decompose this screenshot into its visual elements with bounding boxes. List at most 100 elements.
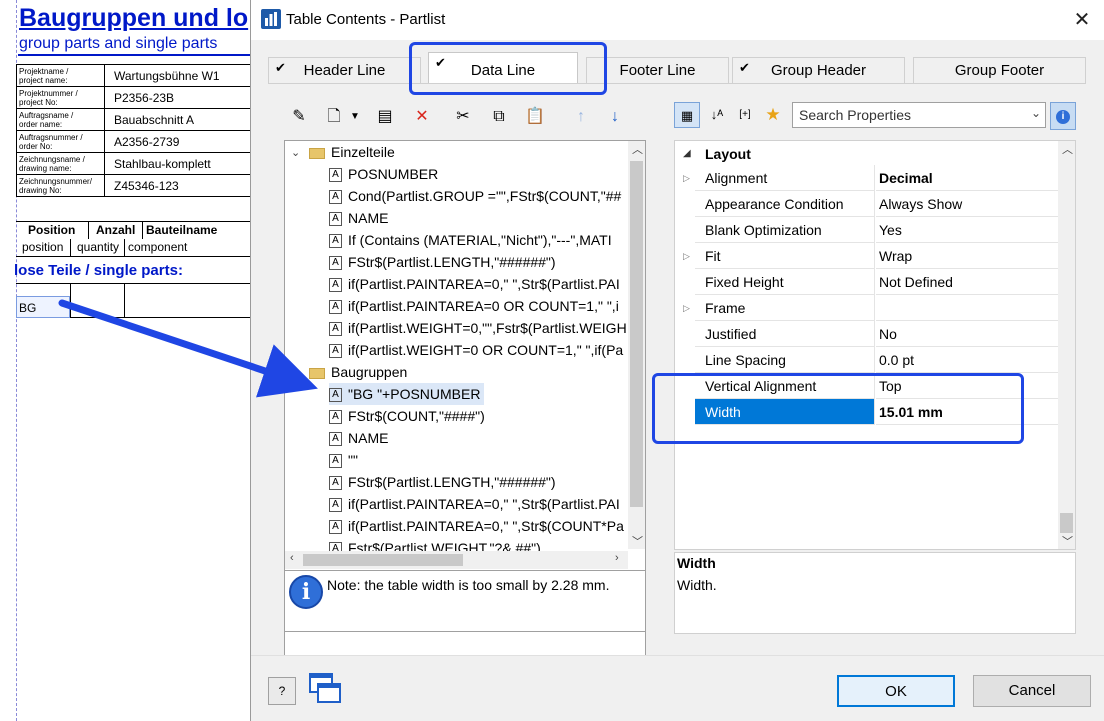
tree-item[interactable]: Aif(Partlist.PAINTAREA=0," ",Str$(Partli… [329,493,620,515]
collapse-icon[interactable]: ◢ [683,141,691,167]
info-icon: i [289,575,323,609]
tree-item[interactable]: A Cond(Partlist.GROUP ="",FStr$(COUNT,"## [329,185,621,207]
text-field-icon: A [329,234,342,249]
description-text: Width. [677,577,717,593]
search-properties-input[interactable]: Search Properties ⌄ [792,102,1046,128]
col-divider [70,283,71,317]
col-divider [124,239,125,256]
dialog-title: Table Contents - Partlist [286,11,446,28]
section-line [16,283,256,284]
help-button[interactable]: ? [268,677,296,705]
tree-group-baugruppen[interactable]: Baugruppen [309,361,407,383]
tree-item[interactable]: A FStr$(Partlist.LENGTH,"######") [329,471,556,493]
tab-header-line[interactable]: ✔ Header Line [268,57,421,83]
cut-icon[interactable]: ✂ [452,106,474,128]
properties-pane: ▦ ↓ᴬ [+] ★ Search Properties ⌄ i ◢ Layou… [674,100,1076,634]
expand-all-icon[interactable]: [+] [732,102,758,128]
scroll-up-icon[interactable]: ︿ [632,141,643,157]
property-row-fit[interactable]: ▷ Fit Wrap [675,243,1059,269]
tree-item[interactable]: A If (Contains (MATERIAL,"Nicht"),"---",M… [329,229,612,251]
paste-icon[interactable]: 📋 [524,106,546,128]
property-row-line-spacing[interactable]: Line Spacing 0.0 pt [675,347,1059,373]
move-up-icon[interactable]: ↑ [570,106,592,128]
tab-footer-line[interactable]: Footer Line [586,57,729,83]
tree-item[interactable]: Aif(Partlist.PAINTAREA=0 OR COUNT=1," ",… [329,295,619,317]
tab-group-header[interactable]: ✔ Group Header [732,57,905,83]
text-field-icon: A [329,300,342,315]
meta-row: Auftragsnummer / order No: A2356-2739 [16,130,256,153]
text-field-icon: A [329,410,342,425]
property-row-appearance-condition[interactable]: Appearance Condition Always Show [675,191,1059,217]
text-field-icon: A [329,212,342,227]
expand-icon[interactable]: ▷ [683,243,690,269]
property-row-frame[interactable]: ▷ Frame [675,295,1059,321]
property-row-blank-optimization[interactable]: Blank Optimization Yes [675,217,1059,243]
bg-cell-highlight[interactable]: BG [16,296,70,318]
tree-item[interactable]: A NAME [329,207,388,229]
chevron-down-icon[interactable]: ▼ [344,106,366,128]
tree-horizontal-scrollbar[interactable]: ‹ › [285,551,628,569]
tree-item[interactable]: Aif(Partlist.WEIGHT=0 OR COUNT=1," ",if(… [329,339,623,361]
tab-group-footer[interactable]: Group Footer [913,57,1086,83]
text-field-icon: A [329,432,342,447]
folder-icon [309,367,325,379]
title-bar: Table Contents - Partlist ✕ [251,0,1104,40]
text-field-icon: A [329,476,342,491]
report-subtitle: group parts and single parts [19,35,218,52]
scroll-up-icon[interactable]: ︿ [1062,141,1073,157]
column-header-top-line [16,221,256,222]
tree-item[interactable]: Aif(Partlist.PAINTAREA=0," ",Str$(Partli… [329,273,620,295]
info-toggle-button[interactable]: i [1050,102,1076,130]
favorite-star-icon[interactable]: ★ [760,102,786,128]
scroll-left-icon[interactable]: ‹ [290,552,294,564]
move-down-icon[interactable]: ↓ [604,106,626,128]
report-title: Baugruppen und lo [19,4,249,32]
category-layout[interactable]: ◢ Layout [675,141,1059,167]
tree-item[interactable]: Aif(Partlist.WEIGHT=0,"",Fstr$(Partlist.… [329,317,627,339]
tree-item[interactable]: A FStr$(COUNT,"####") [329,405,485,427]
cancel-button[interactable]: Cancel [973,675,1091,707]
property-row-justified[interactable]: Justified No [675,321,1059,347]
property-grid[interactable]: ◢ Layout ▷ Alignment Decimal Appearance Co… [674,140,1076,550]
scroll-thumb[interactable] [1060,513,1073,533]
scroll-down-icon[interactable]: ﹀ [632,533,643,549]
tree-item[interactable]: A Fstr$(Partlist.WEIGHT,"?&.##") [329,537,541,551]
col-header-position-en: position [22,240,64,254]
ok-button[interactable]: OK [837,675,955,707]
sort-alpha-icon[interactable]: ↓ᴬ [704,102,730,128]
tree-item[interactable]: A POSNUMBER [329,163,438,185]
collapse-icon[interactable]: ⌄ [291,366,300,379]
property-row-fixed-height[interactable]: Fixed Height Not Defined [675,269,1059,295]
delete-icon[interactable]: ✕ [411,106,433,128]
copy-icon[interactable]: ⧉ [488,106,510,128]
scroll-down-icon[interactable]: ﹀ [1062,533,1073,549]
scroll-thumb[interactable] [630,161,643,507]
tree-item[interactable]: A FStr$(Partlist.LENGTH,"######") [329,251,556,273]
collapse-icon[interactable]: ⌄ [291,146,300,159]
chevron-down-icon[interactable]: ⌄ [1031,106,1041,120]
tree-item[interactable]: A NAME [329,427,388,449]
text-field-icon: A [329,168,342,183]
col-divider [88,221,89,239]
properties-icon[interactable]: ▤ [374,106,396,128]
title-underline [18,54,258,56]
property-grid-scrollbar[interactable]: ︿ ﹀ [1058,141,1075,549]
new-field-icon[interactable]: 🗋 [323,106,345,128]
tree-group-einzelteile[interactable]: Einzelteile [309,141,395,163]
expand-icon[interactable]: ▷ [683,165,690,191]
note-box: i Note: the table width is too small by … [284,570,646,632]
tree-vertical-scrollbar[interactable]: ︿ ﹀ [628,141,645,549]
scroll-right-icon[interactable]: › [615,552,619,564]
categorized-view-icon[interactable]: ▦ [674,102,700,128]
tree-item-selected[interactable]: A "BG "+POSNUMBER [329,383,485,405]
scroll-thumb[interactable] [303,554,463,566]
note-text: Note: the table width is too small by 2.… [327,577,610,593]
close-icon[interactable]: ✕ [1059,0,1104,40]
tree-item[interactable]: A "" [329,449,358,471]
wand-icon[interactable]: ✎ [288,106,310,128]
tree-item[interactable]: Aif(Partlist.PAINTAREA=0," ",Str$(COUNT*… [329,515,624,537]
expand-icon[interactable]: ▷ [683,295,690,321]
folder-icon [309,147,325,159]
property-row-alignment[interactable]: ▷ Alignment Decimal [675,165,1059,191]
window-toggle-icon[interactable] [308,672,344,706]
